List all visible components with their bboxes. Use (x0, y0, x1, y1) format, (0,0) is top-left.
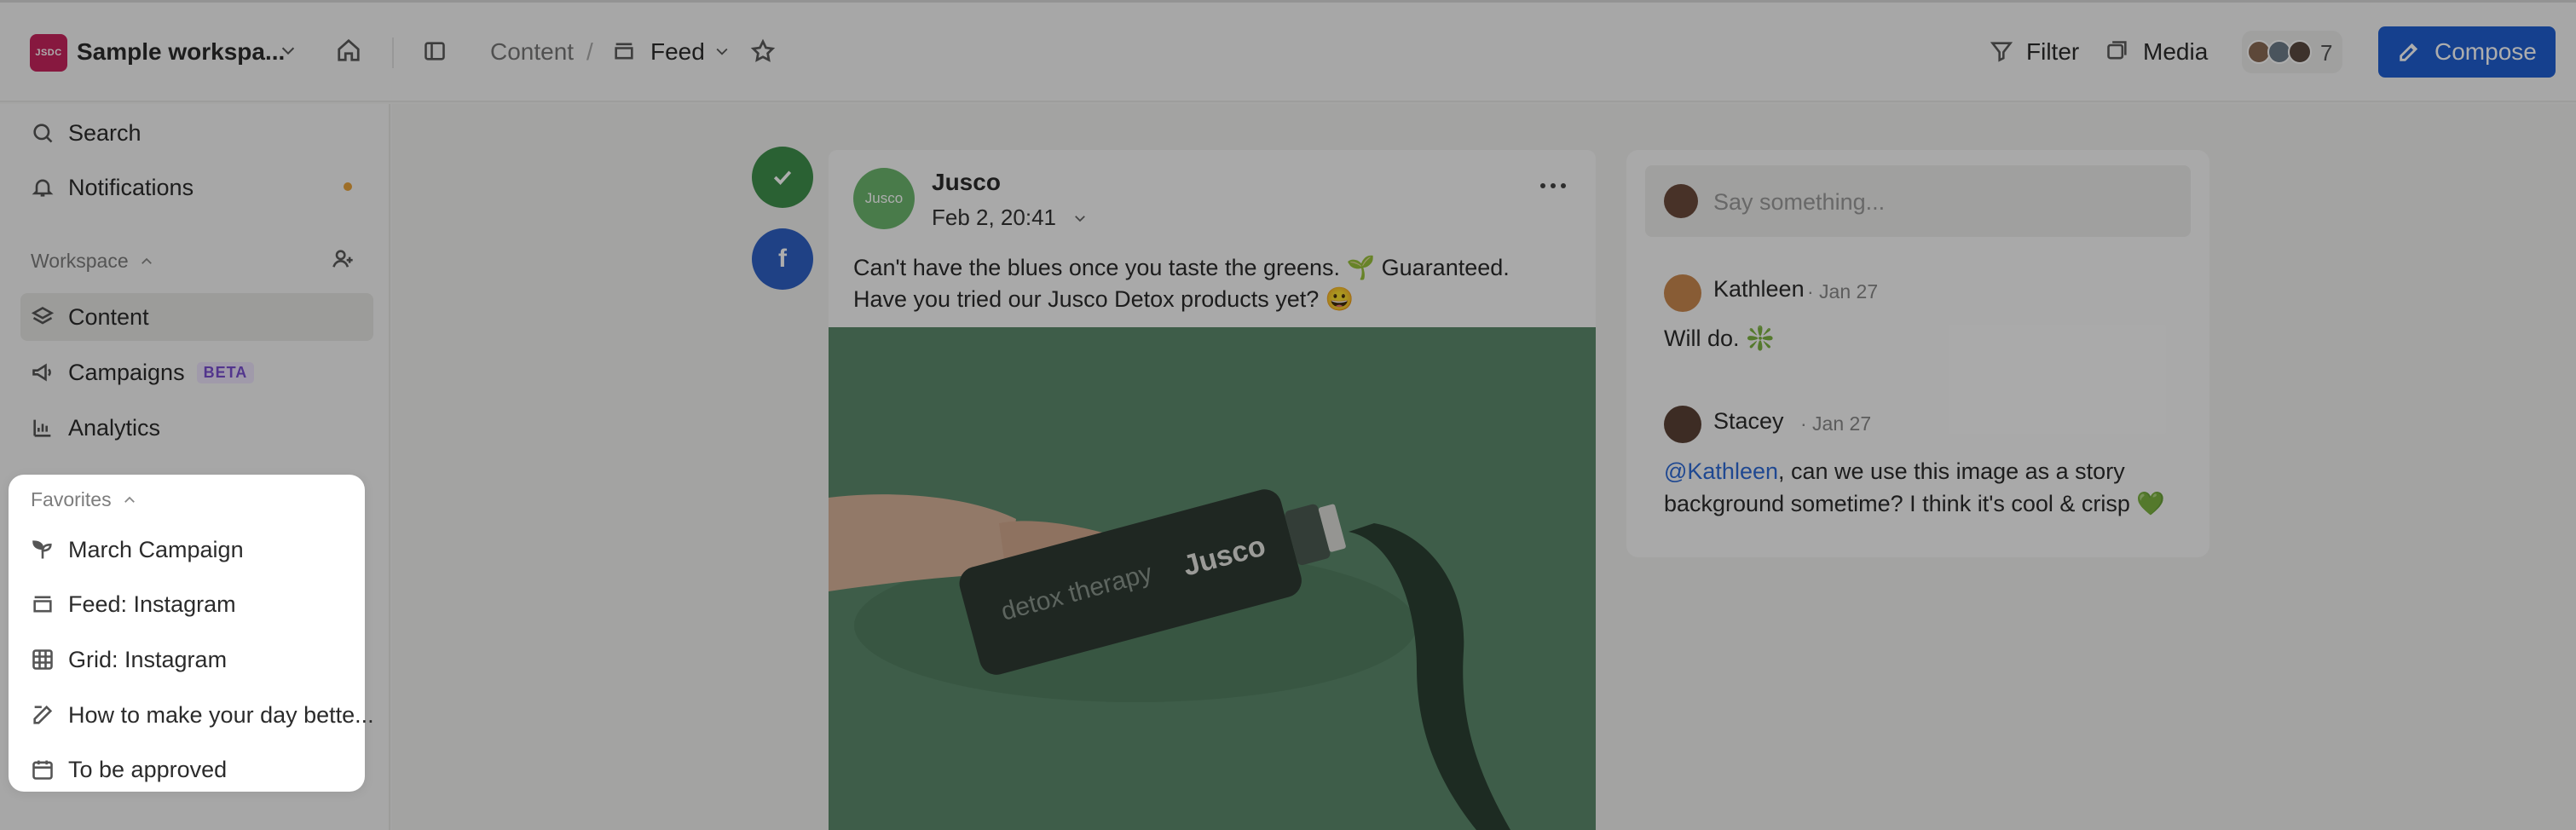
breadcrumb-feed[interactable]: Feed (650, 38, 705, 66)
avatar (2288, 40, 2312, 64)
divider (392, 37, 394, 68)
notification-dot (344, 182, 352, 191)
compose-label: Compose (2434, 38, 2537, 65)
post-avatar: Jusco (853, 168, 915, 229)
collaborators[interactable]: 7 (2242, 31, 2342, 73)
post-text-line: Can't have the blues once you taste the … (853, 255, 1510, 280)
post-card[interactable]: Jusco Jusco Feb 2, 20:41 Can't have the … (829, 150, 1596, 830)
beta-badge: BETA (196, 361, 255, 383)
workspace-name[interactable]: Sample workspa... (77, 38, 285, 66)
favorite-label: To be approved (68, 756, 228, 782)
media-icon[interactable] (2105, 39, 2129, 63)
filter-button[interactable]: Filter (2026, 38, 2079, 66)
sidebar-item-label: Campaigns (68, 359, 185, 385)
comment-text: @Kathleen, can we use this image as a st… (1664, 455, 2192, 520)
chevron-down-icon (1072, 205, 1088, 222)
sidebar-item-label: Notifications (68, 174, 194, 200)
bar-chart-icon (31, 416, 55, 440)
post-date-text: Feb 2, 20:41 (932, 205, 1056, 230)
collaborators-count: 7 (2320, 40, 2333, 66)
comment-date: · Jan 27 (1807, 280, 1879, 303)
breadcrumb-separator: / (586, 38, 593, 65)
favorite-item-how-to-make-your-day[interactable]: How to make your day bette... (31, 691, 374, 739)
star-icon[interactable] (750, 38, 776, 64)
favorite-item-grid-instagram[interactable]: Grid: Instagram (31, 636, 227, 683)
post-text: Can't have the blues once you taste the … (853, 252, 1569, 315)
feed-icon (31, 592, 55, 616)
section-title: Favorites (31, 488, 112, 510)
facebook-icon[interactable]: f (752, 228, 813, 290)
compose-button[interactable]: Compose (2378, 26, 2556, 78)
sprout-icon (31, 538, 55, 562)
sidebar-toggle-icon[interactable] (423, 39, 447, 63)
chevron-down-icon[interactable] (279, 41, 297, 60)
post-author: Jusco (932, 169, 1001, 195)
comment-text: Will do. ❇️ (1664, 326, 1775, 351)
favorites-section-label[interactable]: Favorites (31, 488, 137, 511)
edit-icon (31, 703, 55, 727)
post-text-line: Have you tried our Jusco Detox products … (853, 286, 1354, 312)
section-title: Workspace (31, 250, 129, 272)
home-icon[interactable] (336, 37, 361, 63)
avatar (1664, 406, 1701, 443)
workspace-logo[interactable]: JSDC (30, 34, 67, 72)
chevron-up-icon (139, 251, 154, 267)
top-bar: JSDC Sample workspa... Content / Feed Fi… (0, 0, 2576, 102)
comment-date: · Jan 27 (1800, 412, 1872, 435)
favorite-item-to-be-approved[interactable]: To be approved (31, 746, 227, 793)
post-date[interactable]: Feb 2, 20:41 (932, 205, 1088, 231)
comment-author: Kathleen (1713, 276, 1805, 302)
sidebar-item-label: Search (68, 119, 142, 146)
sidebar-item-analytics[interactable]: Analytics (20, 404, 160, 452)
favorite-label: Feed: Instagram (68, 591, 236, 617)
grid-icon (31, 648, 55, 671)
comment-input[interactable]: Say something... (1645, 165, 2191, 237)
favorites-panel: Favorites March Campaign Feed: Instagram… (9, 475, 374, 793)
search-icon (31, 121, 55, 145)
breadcrumb-content[interactable]: Content (490, 38, 574, 66)
bell-icon (31, 176, 55, 199)
post-image[interactable]: Jusco detox therapy (829, 327, 1596, 830)
favorite-item-march-campaign[interactable]: March Campaign (31, 526, 244, 574)
favorite-label: How to make your day bette... (68, 701, 374, 728)
filter-icon[interactable] (1990, 39, 2013, 63)
sidebar-item-campaigns[interactable]: Campaigns BETA (20, 349, 255, 396)
sidebar-item-notifications[interactable]: Notifications (20, 164, 193, 211)
favorite-label: March Campaign (68, 536, 244, 562)
sidebar-item-search[interactable]: Search (20, 109, 142, 157)
avatar (1664, 184, 1698, 218)
comment-placeholder: Say something... (1713, 189, 1886, 215)
sidebar-item-label: Analytics (68, 414, 161, 441)
sidebar-item-label: Content (68, 303, 149, 330)
sidebar-item-content[interactable]: Content (20, 293, 373, 341)
megaphone-icon (31, 360, 55, 384)
calendar-icon (31, 758, 55, 781)
mention-link[interactable]: @Kathleen (1664, 458, 1778, 484)
avatar (1664, 274, 1701, 312)
layers-icon (31, 305, 55, 329)
chevron-down-icon[interactable] (713, 43, 731, 60)
favorite-label: Grid: Instagram (68, 646, 228, 672)
chevron-up-icon (122, 490, 137, 505)
comment-text-line: , can we use this image as a story (1778, 458, 2125, 484)
juice-bottle-photo: Jusco detox therapy (829, 327, 1596, 830)
comments-panel: Say something... Kathleen · Jan 27 Will … (1626, 150, 2209, 557)
compose-icon (2400, 43, 2418, 61)
workspace-section-label[interactable]: Workspace (31, 250, 154, 273)
media-button[interactable]: Media (2143, 38, 2208, 66)
feed-icon (612, 39, 636, 63)
comment-author: Stacey (1713, 408, 1784, 434)
add-member-icon[interactable] (331, 247, 355, 271)
comment-text-line: background sometime? I think it's cool &… (1664, 491, 2166, 516)
approved-status-icon[interactable] (752, 147, 813, 208)
favorite-item-feed-instagram[interactable]: Feed: Instagram (31, 580, 236, 628)
more-options-icon[interactable] (1538, 176, 1568, 196)
